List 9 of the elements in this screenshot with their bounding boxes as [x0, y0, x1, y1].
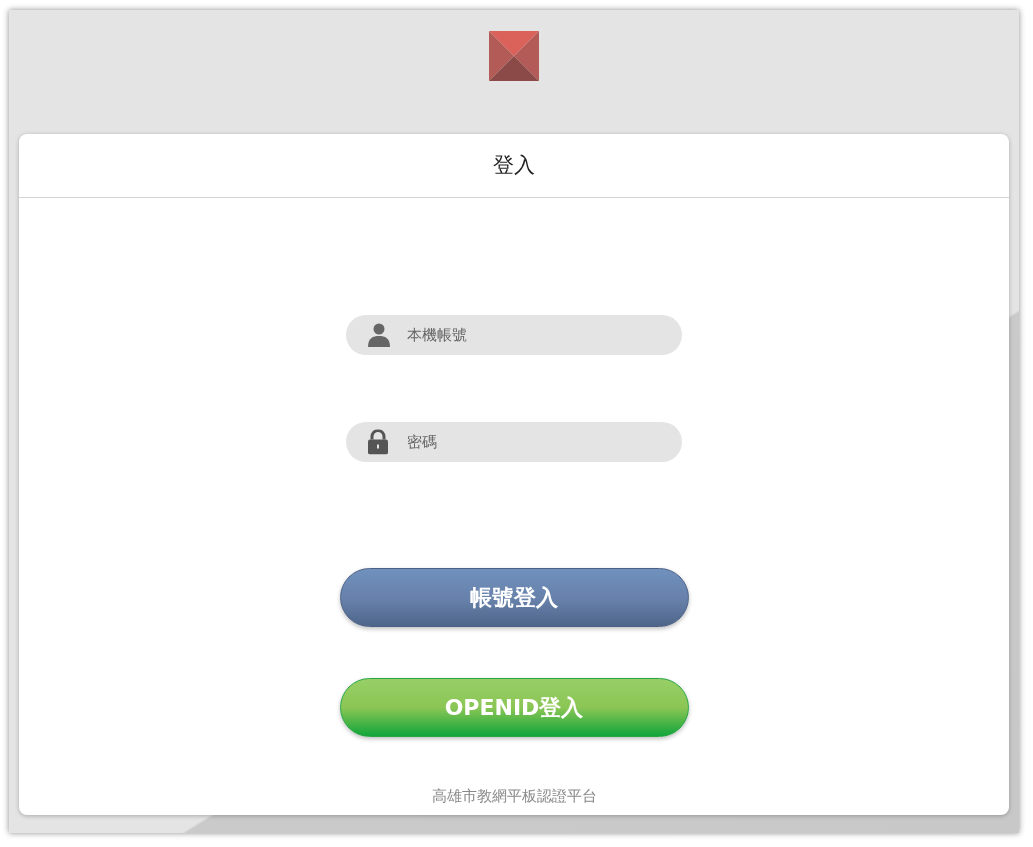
- card-title: 登入: [493, 151, 535, 179]
- account-login-button[interactable]: 帳號登入: [339, 568, 689, 627]
- logo-icon: [489, 31, 539, 81]
- password-field[interactable]: 密碼: [346, 422, 682, 462]
- openid-login-button[interactable]: OPENID登入: [339, 678, 689, 737]
- user-icon: [368, 323, 390, 347]
- account-field[interactable]: 本機帳號: [346, 315, 682, 355]
- lock-icon: [368, 429, 388, 455]
- platform-name: 高雄市教網平板認證平台: [431, 785, 597, 807]
